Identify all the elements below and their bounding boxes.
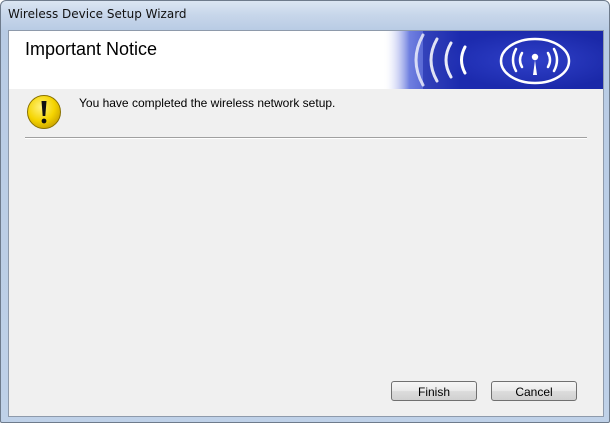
page-title: Important Notice (25, 39, 158, 59)
title-bar[interactable]: Wireless Device Setup Wizard (1, 1, 609, 29)
cancel-button[interactable]: Cancel (491, 381, 577, 401)
notice-message: You have completed the wireless network … (79, 96, 336, 110)
warning-icon (27, 95, 61, 129)
wizard-window: Wireless Device Setup Wizard Important N… (0, 0, 610, 423)
wireless-signal-icon (383, 31, 603, 89)
notice-area: You have completed the wireless network … (9, 89, 603, 137)
window-title: Wireless Device Setup Wizard (8, 7, 187, 21)
divider (25, 137, 587, 139)
wizard-content: Important Notice You have completed the … (8, 30, 604, 417)
wizard-header: Important Notice (9, 31, 603, 89)
finish-button[interactable]: Finish (391, 381, 477, 401)
